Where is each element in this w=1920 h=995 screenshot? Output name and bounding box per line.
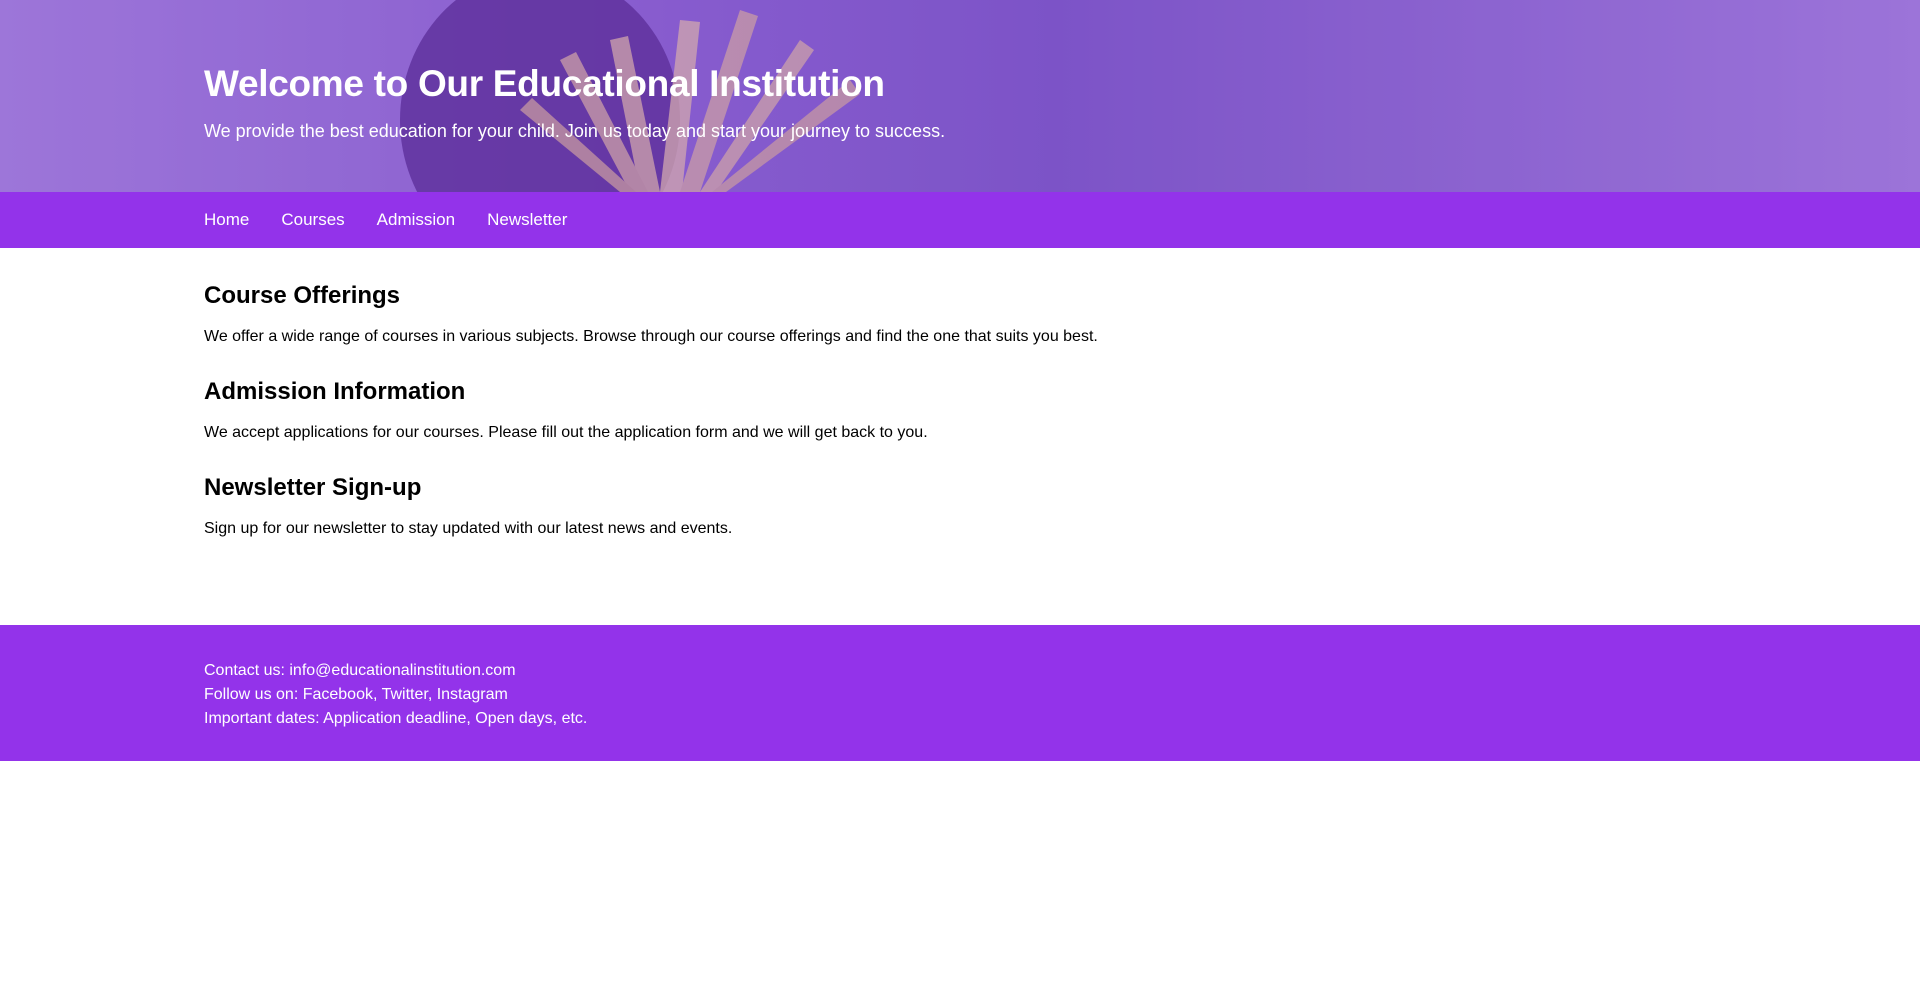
nav-link-newsletter[interactable]: Newsletter — [487, 210, 567, 230]
nav-link-admission[interactable]: Admission — [377, 210, 455, 230]
nav-link-home[interactable]: Home — [204, 210, 249, 230]
footer-follow: Follow us on: Facebook, Twitter, Instagr… — [204, 686, 508, 703]
site-footer: Contact us: info@educationalinstitution.… — [0, 625, 1920, 761]
section-body: We offer a wide range of courses in vari… — [204, 328, 1098, 345]
section-title: Newsletter Sign-up — [204, 474, 422, 501]
footer-dates: Important dates: Application deadline, O… — [204, 710, 588, 727]
section-newsletter-signup: Newsletter Sign-up Sign up for our newsl… — [204, 473, 1716, 539]
section-title: Admission Information — [204, 378, 466, 405]
footer-contact: Contact us: info@educationalinstitution.… — [204, 662, 516, 679]
section-title: Course Offerings — [204, 282, 401, 309]
main-content: Course Offerings We offer a wide range o… — [204, 248, 1716, 625]
section-admission-information: Admission Information We accept applicat… — [204, 377, 1716, 443]
section-body: Sign up for our newsletter to stay updat… — [204, 520, 733, 537]
nav-link-courses[interactable]: Courses — [281, 210, 344, 230]
main-nav: Home Courses Admission Newsletter — [0, 192, 1920, 248]
section-course-offerings: Course Offerings We offer a wide range o… — [204, 281, 1716, 347]
hero-banner: Welcome to Our Educational Institution W… — [0, 0, 1920, 192]
hero-subtitle: We provide the best education for your c… — [204, 121, 946, 141]
hero-title: Welcome to Our Educational Institution — [204, 63, 885, 104]
section-body: We accept applications for our courses. … — [204, 424, 928, 441]
